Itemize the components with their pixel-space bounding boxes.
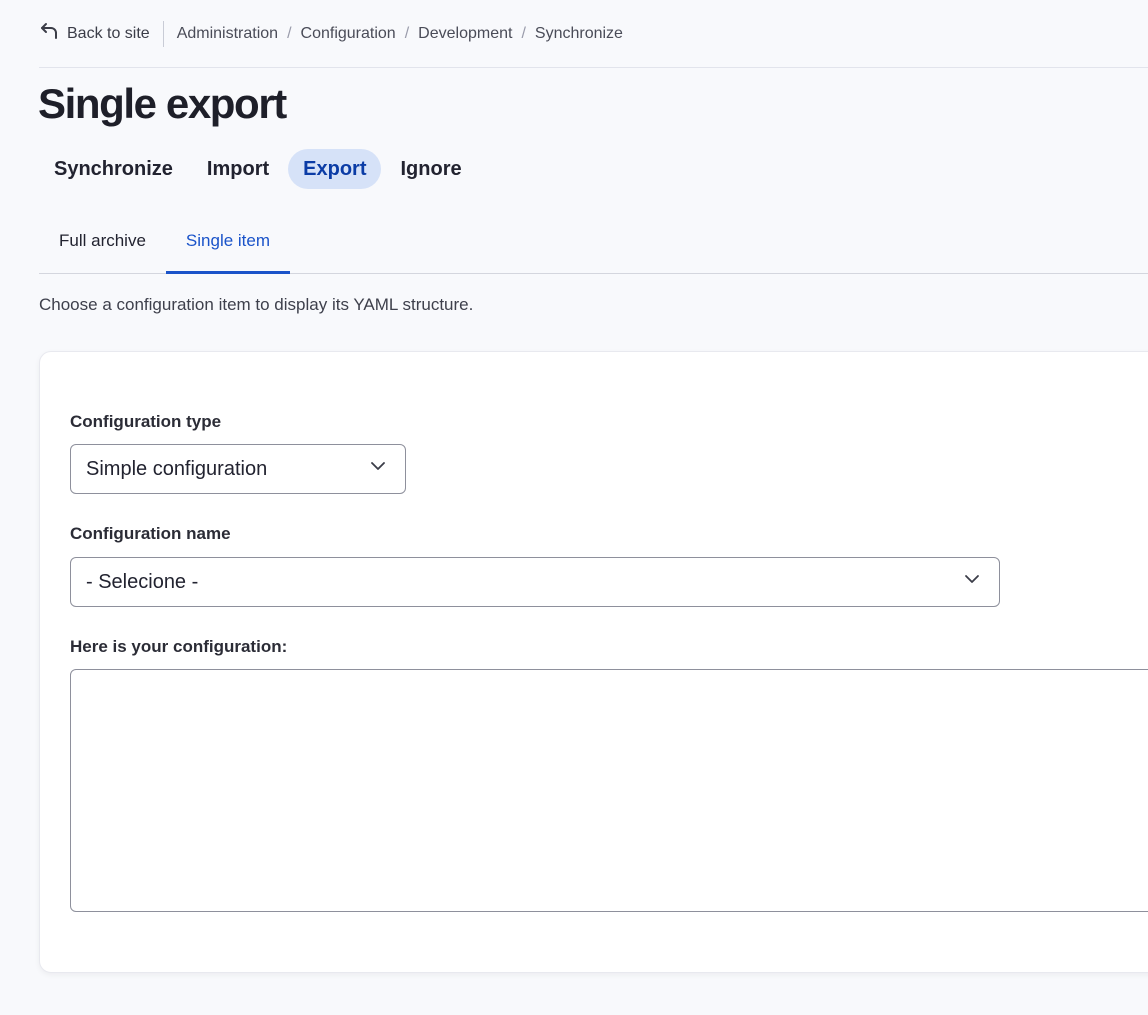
secondary-tabs: Full archive Single item: [39, 216, 1148, 274]
config-output-label: Here is your configuration:: [70, 637, 288, 656]
tab-full-archive[interactable]: Full archive: [39, 216, 166, 273]
config-type-label: Configuration type: [70, 412, 222, 431]
breadcrumb-separator: /: [521, 24, 526, 42]
breadcrumb-administration[interactable]: Administration: [177, 25, 278, 43]
tab-ignore[interactable]: Ignore: [385, 149, 476, 189]
breadcrumb-development[interactable]: Development: [418, 25, 512, 43]
page-description: Choose a configuration item to display i…: [39, 295, 474, 314]
breadcrumb-configuration[interactable]: Configuration: [301, 25, 396, 43]
breadcrumb: Administration / Configuration / Develop…: [177, 25, 623, 43]
config-type-value: Simple configuration: [86, 457, 268, 480]
tab-export[interactable]: Export: [288, 149, 382, 189]
config-type-select[interactable]: Simple configuration: [70, 444, 406, 494]
config-output-textarea[interactable]: [70, 669, 1148, 912]
breadcrumb-synchronize[interactable]: Synchronize: [535, 25, 623, 43]
back-to-site-label: Back to site: [67, 24, 150, 42]
tab-import[interactable]: Import: [192, 149, 284, 189]
primary-tabs: Synchronize Import Export Ignore: [39, 149, 477, 189]
tab-single-item[interactable]: Single item: [165, 216, 291, 274]
back-to-site-link[interactable]: Back to site: [39, 20, 164, 47]
config-name-select[interactable]: - Selecione -: [70, 557, 1000, 607]
chevron-down-icon: [963, 570, 981, 594]
breadcrumb-separator: /: [404, 24, 410, 42]
breadcrumb-separator: /: [287, 24, 292, 42]
export-form-card: Configuration type Simple configuration …: [39, 351, 1148, 973]
back-arrow-icon: [39, 21, 59, 46]
config-name-label: Configuration name: [70, 524, 231, 543]
config-name-value: - Selecione -: [86, 570, 199, 593]
chevron-down-icon: [369, 457, 387, 481]
tab-synchronize[interactable]: Synchronize: [39, 149, 188, 189]
top-bar: Back to site Administration / Configurat…: [39, 0, 1148, 68]
page-title: Single export: [38, 80, 287, 127]
